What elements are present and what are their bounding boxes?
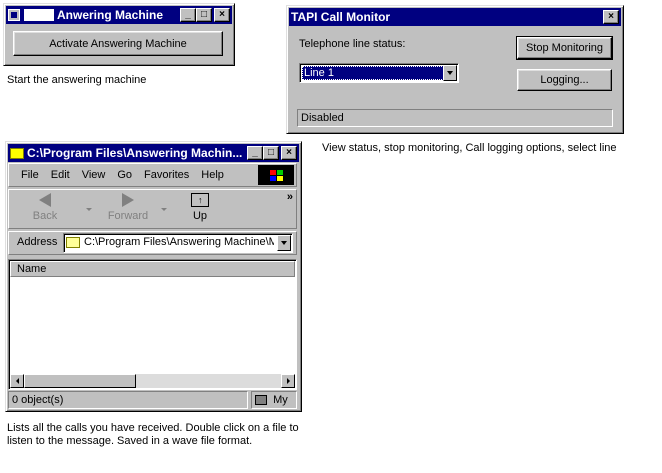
explorer-window: C:\Program Files\Answering Machin... _ □…: [5, 141, 302, 412]
chevron-down-icon[interactable]: [86, 208, 92, 211]
back-arrow-icon: [39, 193, 51, 207]
status-text: Disabled: [301, 112, 344, 124]
logging-button[interactable]: Logging...: [517, 69, 612, 91]
arrow-right-icon: [286, 378, 290, 384]
app-icon: [8, 9, 20, 21]
address-value: C:\Program Files\Answering Machine\M: [84, 236, 274, 248]
column-name-label: Name: [17, 263, 47, 275]
minimize-icon: _: [252, 147, 258, 158]
address-label: Address: [17, 236, 58, 248]
dropdown-button[interactable]: [277, 235, 291, 251]
more-chevron-icon[interactable]: »: [287, 191, 293, 203]
scroll-thumb[interactable]: [24, 374, 136, 388]
folder-icon: [10, 147, 24, 159]
scroll-left-button[interactable]: [10, 374, 24, 388]
close-icon: ×: [608, 11, 614, 22]
close-button[interactable]: ×: [214, 8, 230, 22]
forward-arrow-icon: [122, 193, 134, 207]
folder-icon: [66, 237, 80, 248]
minimize-button[interactable]: _: [247, 146, 263, 160]
back-label: Back: [32, 210, 58, 222]
up-button[interactable]: ↑ Up: [185, 193, 215, 222]
status-bar: 0 object(s) My: [8, 391, 297, 409]
maximize-icon: □: [200, 9, 208, 20]
chevron-down-icon: [447, 71, 453, 75]
minimize-button[interactable]: _: [180, 8, 196, 22]
explorer-caption-line2: listen to the message. Saved in a wave f…: [7, 435, 253, 447]
explorer-titlebar[interactable]: C:\Program Files\Answering Machin... _ □…: [8, 144, 299, 162]
column-header-name[interactable]: Name: [10, 261, 295, 277]
back-button[interactable]: Back: [27, 193, 63, 222]
forward-label: Forward: [107, 210, 149, 222]
status-field: Disabled: [297, 109, 613, 127]
tapi-monitor-caption: View status, stop monitoring, Call loggi…: [322, 142, 617, 154]
activate-answering-machine-button[interactable]: Activate Answering Machine: [13, 31, 223, 56]
tapi-monitor-window: TAPI Call Monitor × Telephone line statu…: [286, 5, 624, 134]
up-folder-icon: ↑: [191, 193, 209, 207]
menu-edit[interactable]: Edit: [51, 169, 70, 181]
menu-go[interactable]: Go: [117, 169, 132, 181]
forward-button[interactable]: Forward: [105, 193, 151, 222]
line-status-label: Telephone line status:: [299, 38, 406, 50]
answering-machine-titlebar[interactable]: Anwering Machine _ □ ×: [6, 6, 232, 24]
menu-favorites[interactable]: Favorites: [144, 169, 189, 181]
up-label: Up: [192, 210, 208, 222]
minimize-icon: _: [185, 9, 191, 20]
menu-file[interactable]: File: [21, 169, 39, 181]
close-icon: ×: [219, 9, 225, 20]
horizontal-scrollbar[interactable]: [10, 374, 295, 388]
window-title: Anwering Machine: [57, 8, 164, 22]
stop-monitoring-button[interactable]: Stop Monitoring: [516, 36, 613, 60]
tapi-monitor-titlebar[interactable]: TAPI Call Monitor ×: [289, 8, 621, 26]
status-zone-panel: My: [251, 391, 297, 409]
activate-label: Activate Answering Machine: [49, 37, 187, 50]
close-button[interactable]: ×: [603, 10, 619, 24]
answering-machine-caption: Start the answering machine: [7, 74, 147, 86]
menu-bar: File Edit View Go Favorites Help: [8, 163, 297, 187]
window-title: TAPI Call Monitor: [291, 10, 391, 24]
chevron-down-icon: [281, 241, 287, 245]
window-title: C:\Program Files\Answering Machin...: [27, 146, 243, 160]
menu-help[interactable]: Help: [201, 169, 224, 181]
stop-monitoring-label: Stop Monitoring: [525, 42, 604, 54]
arrow-left-icon: [15, 378, 19, 384]
close-icon: ×: [286, 147, 292, 158]
explorer-caption-line1: Lists all the calls you have received. D…: [7, 422, 299, 434]
menu-view[interactable]: View: [82, 169, 106, 181]
dropdown-button[interactable]: [443, 65, 457, 81]
maximize-button[interactable]: □: [263, 146, 279, 160]
windows-logo-icon: [258, 165, 294, 185]
logging-label: Logging...: [540, 74, 589, 86]
chevron-down-icon[interactable]: [161, 208, 167, 211]
file-list[interactable]: Name: [8, 259, 297, 390]
address-field[interactable]: C:\Program Files\Answering Machine\M: [63, 233, 293, 253]
line-select-value: Line 1: [302, 66, 444, 80]
address-bar: Address C:\Program Files\Answering Machi…: [8, 231, 297, 255]
scroll-right-button[interactable]: [281, 374, 295, 388]
computer-icon: [255, 395, 267, 406]
close-button[interactable]: ×: [281, 146, 297, 160]
title-redacted-block: [24, 9, 54, 21]
answering-machine-window: Anwering Machine _ □ × Activate Answerin…: [3, 3, 235, 66]
line-select[interactable]: Line 1: [299, 63, 459, 83]
maximize-icon: □: [267, 147, 275, 158]
maximize-button[interactable]: □: [196, 8, 212, 22]
status-zone: My: [273, 394, 288, 406]
toolbar: Back Forward ↑ Up »: [8, 189, 297, 229]
status-objects: 0 object(s): [12, 394, 64, 406]
status-objects-panel: 0 object(s): [8, 391, 248, 409]
